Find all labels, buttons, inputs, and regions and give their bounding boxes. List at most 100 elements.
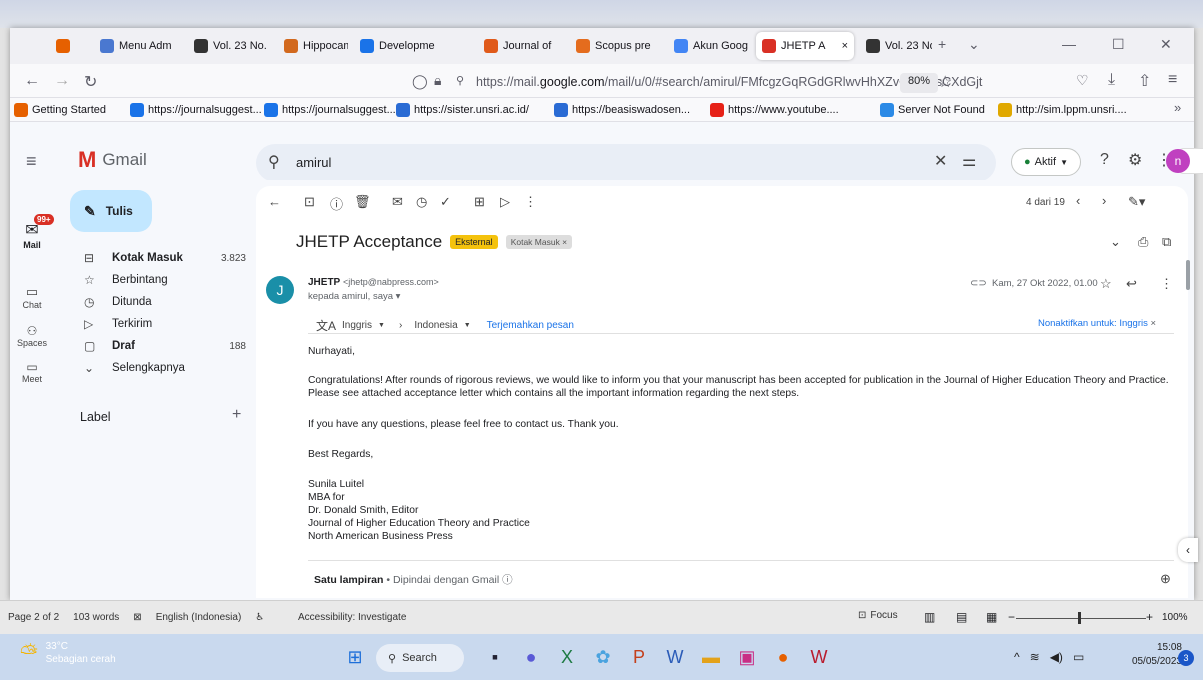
word-zoom-level[interactable]: 100%	[1162, 612, 1188, 623]
zoom-in-icon[interactable]: +	[1146, 610, 1153, 624]
pocket-icon[interactable]: ♡	[1076, 72, 1089, 89]
new-tab-icon[interactable]: +	[938, 36, 946, 52]
move-to-icon[interactable]: ⊞	[474, 194, 485, 210]
avatar[interactable]: n	[1166, 149, 1190, 173]
tab-list-icon[interactable]: ⌄	[968, 36, 980, 53]
sidebar-item-berbintang[interactable]: ☆ Berbintang	[70, 268, 250, 292]
message-more-icon[interactable]: ⋮	[1160, 276, 1173, 292]
help-icon[interactable]: ?	[1100, 151, 1109, 169]
permissions-icon[interactable]: ⚲	[456, 74, 464, 87]
expand-all-icon[interactable]: ⌄	[1110, 234, 1121, 250]
settings-icon[interactable]: ⚙	[1128, 150, 1142, 170]
compose-button[interactable]: ✎ Tulis	[70, 190, 152, 232]
teams-icon[interactable]: ●	[516, 642, 546, 672]
reply-icon[interactable]: ↩	[1126, 276, 1137, 292]
shield-icon[interactable]: ◯	[412, 73, 428, 90]
sender-line[interactable]: JHETP <jhetp@nabpress.com>	[308, 277, 439, 288]
word-icon[interactable]: W	[660, 642, 690, 672]
volume-icon[interactable]: ◀)	[1050, 650, 1063, 664]
battery-icon[interactable]: ▭	[1073, 650, 1084, 664]
bookmark-item[interactable]: https://beasiswadosen...	[554, 103, 690, 117]
browser-tab[interactable]: Journal of	[478, 32, 564, 60]
add-to-drive-icon[interactable]: ⊕	[1160, 571, 1171, 587]
lock-icon[interactable]: 🔒︎	[434, 72, 441, 89]
download-icon[interactable]: ⤓	[1108, 71, 1115, 89]
bookmark-star-icon[interactable]: ☆	[938, 72, 952, 92]
tray-overflow-icon[interactable]: ^	[1014, 650, 1020, 664]
weather-widget[interactable]: ⛅︎ 33°C Sebagian cerah	[20, 640, 116, 666]
translate-link[interactable]: Terjemahkan pesan	[487, 320, 574, 331]
browser-tab[interactable]: Vol. 23 No.	[860, 32, 932, 60]
sender-avatar[interactable]: J	[266, 276, 294, 304]
more-options-icon[interactable]: ⋮	[524, 194, 537, 210]
reload-icon[interactable]: ↻	[84, 72, 97, 92]
zoom-slider[interactable]	[1016, 618, 1146, 619]
bookmark-item[interactable]: https://sister.unsri.ac.id/	[396, 103, 529, 117]
start-icon[interactable]: ⊞	[340, 642, 370, 672]
taskbar-search[interactable]: ⚲ Search	[376, 644, 464, 672]
print-icon[interactable]: ⎙	[1138, 234, 1148, 250]
recipients-toggle[interactable]: kepada amirul, saya ▾	[308, 291, 400, 302]
browser-tab[interactable]: Menu Adm	[94, 32, 180, 60]
system-tray[interactable]: ^ ≋ ◀) ▭	[1014, 650, 1084, 664]
sidebar-item-draf[interactable]: ▢ Draf 188	[70, 334, 250, 358]
rail-meet[interactable]: ▭ Meet	[14, 360, 50, 384]
zoom-level[interactable]: 80%	[900, 73, 939, 93]
focus-button[interactable]: ⊡ Focus	[858, 610, 898, 621]
report-spam-icon[interactable]: ⓘ	[330, 194, 343, 213]
bookmark-item[interactable]: Getting Started	[14, 103, 106, 117]
browser-tab[interactable]	[50, 32, 78, 60]
forward-icon[interactable]: →	[54, 72, 70, 90]
read-mode-icon[interactable]: ▥	[924, 610, 935, 624]
photos-icon[interactable]: ▣	[732, 642, 762, 672]
browser-tab[interactable]: Vol. 23 No.	[188, 32, 272, 60]
older-icon[interactable]: ›	[1102, 193, 1106, 208]
new-window-icon[interactable]: ⧉	[1162, 234, 1171, 250]
add-label-icon[interactable]: +	[232, 406, 241, 424]
status-dropdown[interactable]: ● Aktif ▼	[1011, 148, 1081, 176]
delete-icon[interactable]: 🗑︎	[354, 194, 371, 210]
wifi-icon[interactable]: ≋	[1030, 650, 1040, 664]
archive-icon[interactable]: ⊡	[304, 194, 315, 210]
close-window-icon[interactable]: ✕	[1160, 36, 1172, 53]
rail-mail[interactable]: ✉ 99+ Mail	[14, 214, 54, 254]
source-language[interactable]: Inggris	[342, 320, 372, 331]
accessibility-status[interactable]: Accessibility: Investigate	[298, 612, 406, 623]
powerpoint-icon[interactable]: P	[624, 642, 654, 672]
search-input[interactable]: amirul	[296, 155, 331, 170]
excel-icon[interactable]: X	[552, 642, 582, 672]
minimize-icon[interactable]: —	[1062, 36, 1076, 52]
extensions-icon[interactable]: ⇧	[1138, 71, 1151, 91]
bookmarks-overflow-icon[interactable]: »	[1174, 100, 1181, 115]
input-tools-icon[interactable]: ✎▾	[1128, 194, 1145, 210]
back-icon[interactable]: ←	[24, 72, 40, 90]
zoom-slider-thumb[interactable]	[1078, 612, 1081, 624]
sidebar-item-kotak-masuk[interactable]: ⊟ Kotak Masuk 3.823	[70, 246, 250, 270]
back-to-list-icon[interactable]: ←	[268, 194, 281, 209]
bookmark-item[interactable]: https://www.youtube....	[710, 103, 839, 117]
bookmark-item[interactable]: Server Not Found	[880, 103, 985, 117]
browser-tab[interactable]: Akun Goog	[668, 32, 750, 60]
menu-icon[interactable]: ≡	[1168, 71, 1177, 89]
scrollbar-thumb[interactable]	[1186, 260, 1190, 290]
file-explorer-icon[interactable]: ▬	[696, 642, 726, 672]
browser-tab[interactable]: Hippocamp	[278, 32, 348, 60]
search-bar[interactable]	[256, 144, 996, 182]
sidebar-item-terkirim[interactable]: ▷ Terkirim	[70, 312, 250, 336]
proofing-icon[interactable]: ⊠	[133, 612, 141, 623]
task-view-icon[interactable]: ▪	[480, 642, 510, 672]
close-tab-icon[interactable]: ×	[842, 40, 848, 52]
snooze-icon[interactable]: ◷	[416, 194, 427, 210]
browser-tab[interactable]: JHETP A ×	[756, 32, 854, 60]
sidebar-item-selengkapnya[interactable]: ⌄ Selengkapnya	[70, 356, 250, 380]
web-layout-icon[interactable]: ▦	[986, 610, 997, 624]
clock[interactable]: 15:08 05/05/2023	[1130, 641, 1182, 669]
main-menu-icon[interactable]: ≡	[26, 151, 37, 172]
add-task-icon[interactable]: ✓	[440, 194, 451, 210]
language-status[interactable]: English (Indonesia)	[156, 612, 242, 623]
clear-search-icon[interactable]: ✕	[934, 151, 947, 171]
newer-icon[interactable]: ‹	[1076, 193, 1080, 208]
labels-icon[interactable]: ▷	[500, 194, 510, 210]
rail-spaces[interactable]: ⚇ Spaces	[14, 324, 50, 348]
bookmark-item[interactable]: https://journalsuggest...	[130, 103, 262, 117]
